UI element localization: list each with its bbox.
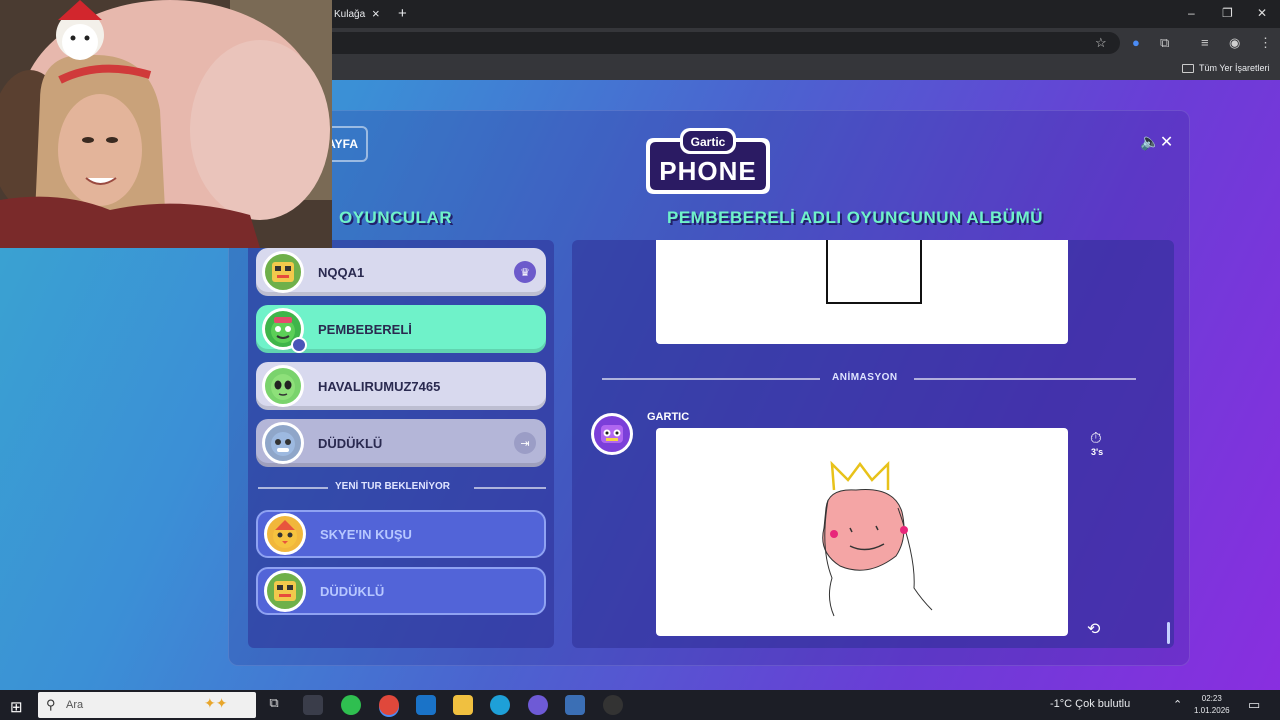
- whatsapp-app-icon[interactable]: [341, 695, 361, 715]
- waiting-label: YENİ TUR BEKLENİYOR: [335, 481, 451, 492]
- divider: [474, 487, 546, 489]
- player-name: PEMBEBERELİ: [318, 321, 412, 337]
- taskbar-search[interactable]: ⚲ Ara ✦✦: [38, 692, 256, 718]
- avatar: [264, 513, 306, 555]
- streamer-webcam-image: [0, 0, 332, 248]
- avatar: [262, 422, 304, 464]
- drawing-canvas: [656, 428, 1068, 636]
- notification-icon[interactable]: ▭: [1248, 697, 1260, 713]
- webcam-overlay: [0, 0, 332, 248]
- divider: [258, 487, 328, 489]
- loop-icon[interactable]: ⟲: [1087, 619, 1100, 639]
- close-window-button[interactable]: ✕: [1257, 6, 1267, 20]
- outlook-app-icon[interactable]: [416, 695, 436, 715]
- divider: [602, 378, 820, 380]
- clock[interactable]: 02:23 1.01.2026: [1194, 693, 1230, 717]
- edge-app-icon[interactable]: [490, 695, 510, 715]
- tab-close-icon[interactable]: ×: [372, 6, 380, 21]
- player-row-havalirumuz[interactable]: HAVALIRUMUZ7465: [256, 362, 546, 410]
- crown-icon: ♛: [514, 261, 536, 283]
- waiting-player-skye[interactable]: SKYE'IN KUŞU: [256, 510, 546, 558]
- exit-icon: ⇥: [514, 432, 536, 454]
- url-input[interactable]: [320, 32, 1120, 54]
- app-icon[interactable]: [603, 695, 623, 715]
- player-row-nqqa1[interactable]: NQQA1 ♛: [256, 248, 546, 296]
- gartic-avatar: [591, 413, 633, 455]
- search-icon: ⚲: [46, 697, 56, 712]
- task-view-icon[interactable]: ⧉: [264, 695, 284, 715]
- gartic-phone-logo: Gartic PHONE: [646, 128, 770, 194]
- avatar: [264, 570, 306, 612]
- media-icon[interactable]: ≡: [1201, 35, 1209, 50]
- user-icon: [291, 337, 307, 353]
- menu-icon[interactable]: ⋮: [1259, 35, 1272, 51]
- avatar: [262, 308, 307, 353]
- player-name: HAVALIRUMUZ7465: [318, 378, 441, 394]
- player-row-pembebereli[interactable]: PEMBEBERELİ: [256, 305, 546, 353]
- time: 02:23: [1201, 694, 1222, 703]
- chevron-up-icon[interactable]: ⌃: [1173, 698, 1182, 711]
- maximize-button[interactable]: ❐: [1222, 6, 1233, 20]
- tab-title: Kulağa: [334, 8, 366, 20]
- star-icon[interactable]: ☆: [1095, 35, 1107, 51]
- waiting-player-duduklu[interactable]: DÜDÜKLÜ: [256, 567, 546, 615]
- player-name: SKYE'IN KUŞU: [320, 526, 412, 542]
- folder-icon: [1182, 64, 1194, 73]
- avatar: [262, 365, 304, 407]
- player-row-duduklu[interactable]: DÜDÜKLÜ ⇥: [256, 419, 546, 467]
- obs-app-icon[interactable]: [528, 695, 548, 715]
- stopwatch-icon: ⏱: [1090, 430, 1102, 447]
- speaker-muted-icon[interactable]: 🔈✕: [1140, 132, 1173, 152]
- app-icon[interactable]: [565, 695, 585, 715]
- all-bookmarks-link[interactable]: Tüm Yer İşaretleri: [1199, 63, 1270, 73]
- timer-label: 3's: [1091, 447, 1104, 457]
- album-scrollbar[interactable]: [1167, 622, 1170, 644]
- weather-widget[interactable]: -1°C Çok bulutlu: [1050, 698, 1130, 710]
- logo-bottom-text: PHONE: [659, 156, 756, 186]
- store-app-icon[interactable]: [303, 695, 323, 715]
- minimize-button[interactable]: –: [1188, 6, 1195, 20]
- animation-section-label: ANİMASYON: [832, 372, 898, 383]
- search-placeholder: Ara: [66, 699, 84, 711]
- profile-avatar[interactable]: ◉: [1229, 35, 1240, 51]
- album-heading: PEMBEBERELİ ADLI OYUNCUNUN ALBÜMÜ: [667, 208, 1044, 227]
- avatar: [262, 251, 304, 293]
- player-name: NQQA1: [318, 264, 365, 280]
- date: 1.01.2026: [1194, 706, 1230, 715]
- windows-start-icon[interactable]: ⊞: [10, 698, 23, 716]
- player-name: DÜDÜKLÜ: [318, 435, 383, 451]
- chrome-app-icon[interactable]: [379, 695, 399, 715]
- extensions-icon[interactable]: ⧉: [1160, 35, 1169, 51]
- logo-top-text: Gartic: [691, 135, 726, 149]
- author-name: GARTIC: [647, 411, 690, 423]
- previous-drawing-stroke: [826, 240, 922, 304]
- new-tab-button[interactable]: +: [398, 5, 407, 22]
- taskbar: ⊞ ⚲ Ara ✦✦ ⧉ -1°C Çok bulutlu ⌃ 02:23 1.…: [0, 690, 1280, 720]
- file-explorer-icon[interactable]: [453, 695, 473, 715]
- extension-blue-icon[interactable]: ●: [1132, 35, 1140, 50]
- divider: [914, 378, 1136, 380]
- sparkle-icon: ✦✦: [204, 695, 228, 711]
- player-name: DÜDÜKLÜ: [320, 583, 385, 599]
- players-heading: OYUNCULAR: [339, 208, 453, 227]
- princess-drawing: [822, 460, 933, 617]
